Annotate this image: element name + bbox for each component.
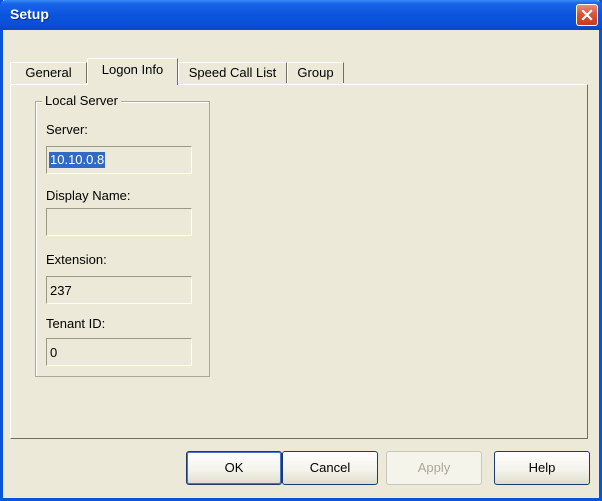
display-name-field[interactable] (46, 208, 192, 236)
tab-logon-info[interactable]: Logon Info (87, 58, 178, 85)
apply-button[interactable]: Apply (386, 451, 482, 485)
local-server-group: Local Server Server: 10.10.0.8 Display N… (35, 93, 210, 377)
server-label: Server: (46, 122, 88, 137)
tenant-id-label: Tenant ID: (46, 316, 106, 331)
tenant-id-value: 0 (50, 345, 58, 360)
extension-value: 237 (50, 283, 72, 298)
ok-button[interactable]: OK (186, 451, 282, 485)
tab-general[interactable]: General (10, 62, 87, 83)
close-button[interactable] (576, 4, 598, 26)
cancel-button[interactable]: Cancel (282, 451, 378, 485)
tenant-id-field[interactable]: 0 (46, 338, 192, 366)
close-icon (581, 9, 593, 21)
window-title: Setup (10, 6, 49, 22)
tab-group[interactable]: Group (287, 62, 344, 83)
server-field[interactable]: 10.10.0.8 (46, 146, 192, 174)
help-button[interactable]: Help (494, 451, 590, 485)
tab-speed-call-list[interactable]: Speed Call List (178, 62, 287, 83)
local-server-group-title: Local Server (42, 93, 121, 108)
logon-info-panel: Local Server Server: 10.10.0.8 Display N… (10, 84, 588, 439)
extension-label: Extension: (46, 252, 107, 267)
server-value: 10.10.0.8 (49, 152, 106, 168)
title-bar[interactable]: Setup (0, 0, 602, 30)
display-name-label: Display Name: (46, 188, 131, 203)
extension-field[interactable]: 237 (46, 276, 192, 304)
